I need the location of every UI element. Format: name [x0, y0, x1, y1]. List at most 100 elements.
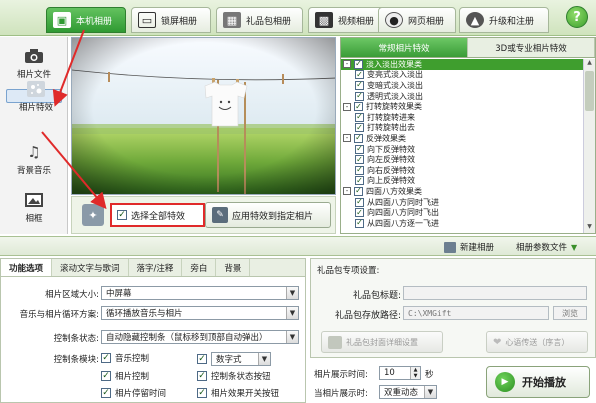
effect-item[interactable]: 向四面八方同时飞出	[341, 207, 583, 218]
sparkle-icon	[25, 80, 47, 98]
effect-checkbox[interactable]	[355, 123, 364, 133]
effects-scrollbar[interactable]: ▲ ▼	[583, 59, 595, 233]
effect-item[interactable]: 向右反弹特效	[341, 165, 583, 176]
display-mode-select[interactable]: 双重动态 ▼	[379, 385, 437, 399]
chevron-down-icon: ▼	[286, 307, 298, 319]
effects-tabs: 常规相片特效 3D或专业相片特效	[341, 38, 595, 58]
help-button[interactable]: ?	[566, 6, 588, 28]
collapse-icon[interactable]: -	[343, 187, 351, 196]
tab-upgrade-register[interactable]: ▲ 升级和注册	[459, 7, 549, 33]
tab-regular-effects[interactable]: 常规相片特效	[341, 38, 468, 57]
digital-style-select[interactable]: 数字式 ▼	[211, 352, 271, 366]
scroll-up-icon[interactable]: ▲	[584, 59, 595, 69]
effect-checkbox[interactable]	[355, 80, 364, 90]
collapse-icon[interactable]: -	[343, 134, 351, 143]
effect-checkbox[interactable]	[355, 176, 364, 186]
photo-size-select[interactable]: 中屏幕 ▼	[101, 286, 299, 300]
tab-scrolling-text[interactable]: 滚动文字与歌词	[52, 259, 129, 276]
chevron-down-icon: ▼	[286, 287, 298, 299]
effect-item[interactable]: 变亮式淡入淡出	[341, 70, 583, 81]
control-bar-state-select[interactable]: 自动隐藏控制条（鼠标移到顶部自动弹出） ▼	[101, 330, 299, 344]
effect-item[interactable]: 打转旋转进来	[341, 112, 583, 123]
effect-label: 打转旋转出去	[367, 123, 415, 133]
effect-label: 淡入淡出效果类	[366, 59, 422, 69]
music-control-checkbox[interactable]: 音乐控制	[101, 352, 149, 364]
tab-gift-album[interactable]: ▦ 礼品包相册	[216, 7, 303, 33]
gift-title-input[interactable]	[403, 286, 587, 300]
effect-checkbox[interactable]	[355, 208, 364, 218]
gift-cover-settings-button[interactable]: 礼品包封面详细设置	[321, 331, 443, 353]
effect-checkbox[interactable]	[355, 165, 364, 175]
tab-notes[interactable]: 落字/注释	[129, 259, 183, 276]
select-all-effects-checkbox[interactable]: 选择全部特效	[110, 203, 205, 227]
camera-icon	[23, 47, 45, 65]
album-params-file-button[interactable]: 相册参数文件 ▼	[516, 240, 577, 254]
frame-icon	[23, 191, 45, 209]
effect-checkbox[interactable]	[354, 133, 363, 143]
effect-checkbox[interactable]	[355, 70, 364, 80]
sidebar-item-photo-effects[interactable]: 相片特效	[6, 80, 62, 113]
photo-stay-time-box[interactable]	[101, 388, 111, 398]
collapse-icon[interactable]: -	[343, 102, 351, 111]
effect-item[interactable]: 透明式淡入淡出	[341, 91, 583, 102]
browse-button[interactable]: 浏览	[553, 306, 587, 320]
effect-checkbox[interactable]	[354, 102, 363, 112]
select-all-checkbox-box[interactable]	[117, 210, 127, 220]
scroll-thumb[interactable]	[585, 71, 594, 111]
effect-checkbox[interactable]	[354, 59, 363, 69]
spinner-arrows-icon[interactable]: ▲ ▼	[410, 367, 420, 379]
effect-category[interactable]: - 打转旋转效果类	[341, 101, 583, 112]
tab-local-album[interactable]: ▣ 本机相册	[46, 7, 126, 33]
effect-category[interactable]: - 四面八方效果类	[341, 186, 583, 197]
music-control-box[interactable]	[101, 353, 111, 363]
tab-background[interactable]: 背景	[216, 259, 251, 276]
effect-category[interactable]: - 淡入淡出效果类	[341, 59, 583, 70]
sidebar-item-frame[interactable]: 相框	[6, 185, 62, 229]
effect-checkbox[interactable]	[355, 112, 364, 122]
tab-narration[interactable]: 旁白	[182, 259, 217, 276]
display-time-spinner[interactable]: 10 ▲ ▼	[379, 366, 421, 380]
tab-function-options[interactable]: 功能选项	[1, 259, 53, 276]
effect-item[interactable]: 向上反弹特效	[341, 176, 583, 187]
effect-item[interactable]: 从四面八方逐一飞进	[341, 218, 583, 229]
digital-style-checkbox[interactable]: 数字式 ▼	[197, 352, 271, 366]
effect-label: 反弹效果类	[366, 133, 406, 143]
photo-control-checkbox[interactable]: 相片控制	[101, 370, 149, 382]
gift-title-label: 礼品包标题:	[352, 291, 401, 301]
effect-checkbox[interactable]	[355, 218, 364, 228]
tab-web-album[interactable]: ● 网页相册	[378, 7, 456, 33]
start-play-button[interactable]: ▶ 开始播放	[486, 366, 590, 398]
sidebar-item-background-music[interactable]: ♫ 背景音乐	[6, 137, 62, 181]
photo-control-box[interactable]	[101, 371, 111, 381]
effect-item[interactable]: 向左反弹特效	[341, 154, 583, 165]
sidebar-item-photo-files[interactable]: 相片文件	[6, 41, 62, 85]
heart-message-button[interactable]: ❤ 心语传送（序言）	[486, 331, 588, 353]
effect-item[interactable]: 变暗式淡入淡出	[341, 80, 583, 91]
control-bar-button-checkbox[interactable]: 控制条状态按钮	[197, 370, 271, 382]
scroll-down-icon[interactable]: ▼	[584, 223, 595, 233]
effect-switch-checkbox[interactable]: 相片效果开关按钮	[197, 387, 279, 399]
effect-category[interactable]: - 反弹效果类	[341, 133, 583, 144]
loop-scheme-select[interactable]: 循环播放音乐与相片 ▼	[101, 306, 299, 320]
control-bar-button-box[interactable]	[197, 371, 207, 381]
effect-item[interactable]: 打转旋转出去	[341, 123, 583, 134]
digital-style-box[interactable]	[197, 354, 207, 364]
apply-effects-button[interactable]: ✎ 应用特效到指定相片	[205, 202, 331, 228]
tab-video-album[interactable]: ▩ 视频相册	[308, 7, 388, 33]
collapse-icon[interactable]: -	[343, 60, 351, 69]
effect-label: 打转旋转效果类	[366, 102, 422, 112]
effect-checkbox[interactable]	[355, 91, 364, 101]
effects-panel: 常规相片特效 3D或专业相片特效 - 淡入淡出效果类变亮式淡入淡出变暗式淡入淡出透…	[340, 37, 596, 234]
new-album-button[interactable]: 新建相册	[444, 240, 494, 254]
effect-checkbox[interactable]	[355, 144, 364, 154]
effect-item[interactable]: 从四面八方同时飞进	[341, 197, 583, 208]
photo-stay-time-checkbox[interactable]: 相片停留时间	[101, 387, 166, 399]
effect-checkbox[interactable]	[354, 186, 363, 196]
effect-checkbox[interactable]	[355, 155, 364, 165]
gift-path-input[interactable]: C:\XMGift	[403, 306, 549, 320]
effect-switch-box[interactable]	[197, 388, 207, 398]
effect-item[interactable]: 向下反弹特效	[341, 144, 583, 155]
tab-3d-effects[interactable]: 3D或专业相片特效	[468, 38, 595, 57]
effect-checkbox[interactable]	[355, 197, 364, 207]
tab-lock-screen-album[interactable]: ▭ 锁屏相册	[131, 7, 211, 33]
